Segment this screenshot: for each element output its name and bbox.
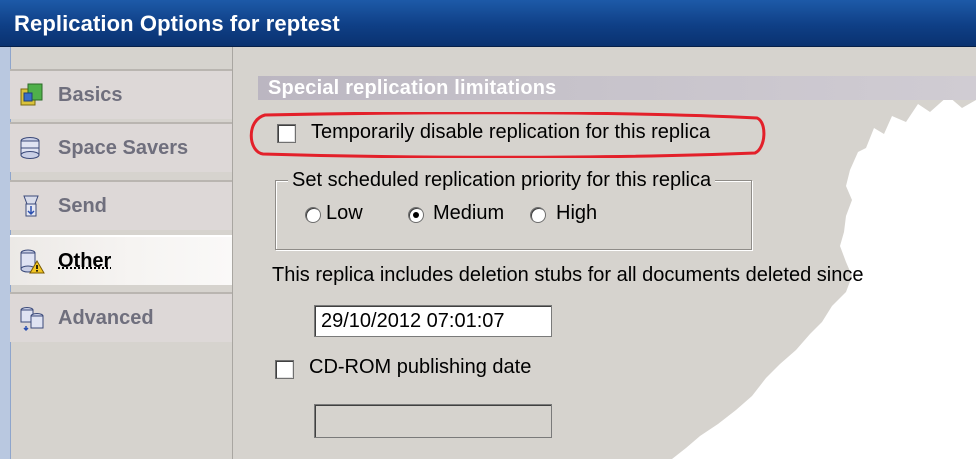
replication-options-dialog: Replication Options for reptest Basics S… <box>0 0 976 459</box>
priority-low-radio[interactable] <box>305 207 321 223</box>
priority-high-label: High <box>556 202 598 224</box>
priority-legend: Set scheduled replication priority for t… <box>288 169 716 192</box>
radio-selected-dot <box>413 212 419 218</box>
section-title: Special replication limitations <box>268 77 557 99</box>
disable-replication-label: Temporarily disable replication for this… <box>311 121 711 143</box>
deletion-stubs-text: This replica includes deletion stubs for… <box>272 264 864 286</box>
cdrom-publishing-checkbox[interactable] <box>275 360 294 379</box>
cdrom-publishing-label: CD-ROM publishing date <box>309 356 532 378</box>
priority-high-radio[interactable] <box>530 207 546 223</box>
priority-medium-label: Medium <box>433 202 505 224</box>
priority-medium-radio[interactable] <box>408 207 424 223</box>
cdrom-date-input <box>314 404 552 438</box>
disable-replication-checkbox[interactable] <box>277 124 296 143</box>
priority-low-label: Low <box>326 202 363 224</box>
deletion-date-input[interactable] <box>314 305 552 337</box>
priority-groupbox: Set scheduled replication priority for t… <box>275 169 752 250</box>
section-header: Special replication limitations <box>258 76 976 100</box>
